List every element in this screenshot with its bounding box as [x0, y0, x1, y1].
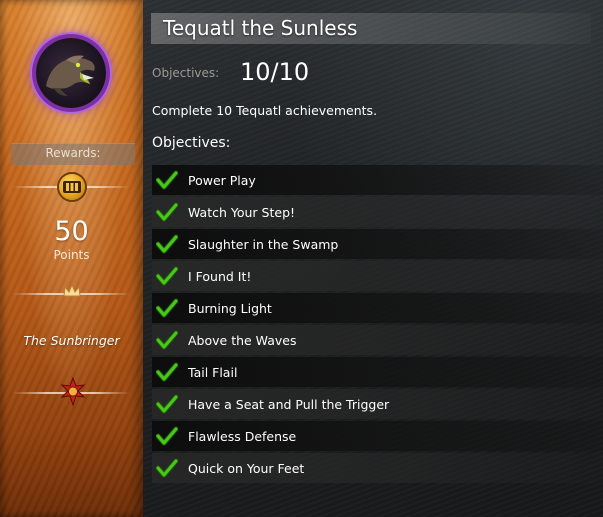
- objective-row: I Found It!: [152, 261, 603, 291]
- green-check-icon: [156, 202, 178, 222]
- objectives-progress-value: 10/10: [240, 58, 310, 86]
- objective-row: Watch Your Step!: [152, 197, 603, 227]
- objective-row: Flawless Defense: [152, 421, 603, 451]
- rewards-side-panel: Rewards: 50 Points The Sunbringer: [0, 0, 143, 517]
- green-check-icon: [156, 426, 178, 446]
- objective-label: Power Play: [188, 173, 256, 188]
- title-reward: The Sunbringer: [23, 333, 120, 348]
- objective-label: Tail Flail: [188, 365, 238, 380]
- points-label: Points: [53, 248, 90, 262]
- objective-label: Flawless Defense: [188, 429, 297, 444]
- objective-label: Above the Waves: [188, 333, 297, 348]
- crown-icon: [63, 283, 81, 297]
- title-bar: Tequatl the Sunless: [151, 13, 591, 44]
- objective-row: Have a Seat and Pull the Trigger: [152, 389, 603, 419]
- green-check-icon: [156, 330, 178, 350]
- objective-row: Slaughter in the Swamp: [152, 229, 603, 259]
- green-check-icon: [156, 266, 178, 286]
- tequatl-dragon-icon: [36, 38, 106, 108]
- achievement-points-icon: [59, 174, 85, 200]
- objective-label: Have a Seat and Pull the Trigger: [188, 397, 390, 412]
- rewards-header: Rewards:: [11, 143, 135, 165]
- objective-row: Burning Light: [152, 293, 603, 323]
- rewards-label: Rewards:: [45, 146, 101, 160]
- achievement-description: Complete 10 Tequatl achievements.: [152, 103, 378, 118]
- objective-label: Quick on Your Feet: [188, 461, 305, 476]
- sun-emblem-icon: [60, 377, 86, 407]
- objective-row: Power Play: [152, 165, 603, 195]
- green-check-icon: [156, 234, 178, 254]
- green-check-icon: [156, 458, 178, 478]
- green-check-icon: [156, 298, 178, 318]
- points-value: 50: [54, 216, 89, 247]
- objectives-heading: Objectives:: [152, 135, 231, 151]
- page-title: Tequatl the Sunless: [163, 16, 358, 40]
- objectives-progress-label: Objectives:: [152, 66, 220, 80]
- green-check-icon: [156, 170, 178, 190]
- objective-row: Quick on Your Feet: [152, 453, 603, 483]
- objective-label: Slaughter in the Swamp: [188, 237, 339, 252]
- objectives-list: Power Play Watch Your Step! Slaughter in…: [152, 165, 603, 485]
- objective-label: Burning Light: [188, 301, 272, 316]
- objective-label: I Found It!: [188, 269, 252, 284]
- objective-row: Tail Flail: [152, 357, 603, 387]
- green-check-icon: [156, 362, 178, 382]
- objective-label: Watch Your Step!: [188, 205, 296, 220]
- objective-row: Above the Waves: [152, 325, 603, 355]
- green-check-icon: [156, 394, 178, 414]
